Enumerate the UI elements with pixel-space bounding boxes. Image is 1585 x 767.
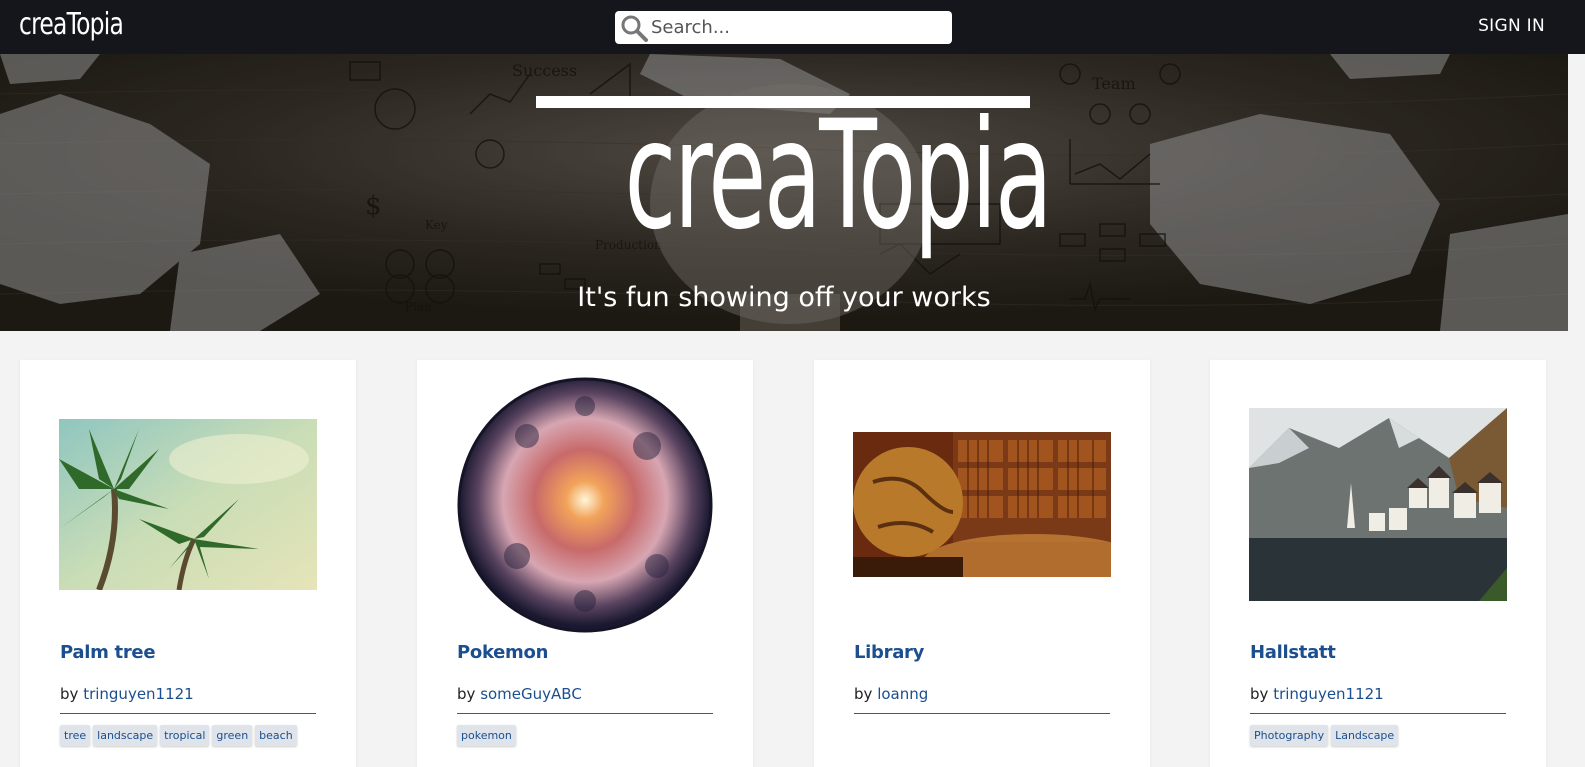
artwork-thumbnail[interactable] (853, 432, 1111, 577)
artwork-title[interactable]: Palm tree (60, 642, 156, 663)
artwork-title[interactable]: Pokemon (457, 642, 548, 663)
tag[interactable]: pokemon (457, 725, 516, 746)
hero-logo: creaTopia (624, 89, 1053, 263)
card-divider (854, 713, 1110, 714)
author-link[interactable]: someGuyABC (480, 685, 582, 703)
tag-list: pokemon (457, 725, 516, 746)
by-label: by (60, 685, 79, 703)
by-label: by (1250, 685, 1269, 703)
artwork-thumbnail[interactable] (1249, 408, 1507, 601)
hero-tagline: It's fun showing off your works (577, 282, 991, 313)
tag-list: tree landscape tropical green beach (60, 725, 297, 746)
search-icon (621, 15, 648, 42)
search-box[interactable] (615, 11, 952, 44)
artwork-thumbnail[interactable] (457, 376, 713, 634)
tag[interactable]: Photography (1250, 725, 1329, 746)
artwork-grid: Palm tree by tringuyen1121 tree landscap… (0, 360, 1568, 767)
artwork-card[interactable]: Hallstatt by tringuyen1121 Photography L… (1210, 360, 1546, 767)
by-label: by (854, 685, 873, 703)
artwork-card[interactable]: Library by loanng (814, 360, 1150, 767)
artwork-thumbnail[interactable] (59, 419, 317, 590)
author-link[interactable]: tringuyen1121 (83, 685, 194, 703)
by-label: by (457, 685, 476, 703)
search-input[interactable] (649, 12, 939, 43)
author-link[interactable]: loanng (877, 685, 928, 703)
artwork-author-line: by loanng (854, 685, 928, 703)
artwork-author-line: by tringuyen1121 (1250, 685, 1384, 703)
artwork-card[interactable]: Palm tree by tringuyen1121 tree landscap… (20, 360, 356, 767)
card-divider (457, 713, 713, 714)
tag-list: Photography Landscape (1250, 725, 1399, 746)
artwork-author-line: by someGuyABC (457, 685, 582, 703)
top-navbar: creaTopia SIGN IN (0, 0, 1585, 54)
tag[interactable]: beach (255, 725, 297, 746)
tag[interactable]: green (212, 725, 253, 746)
tag[interactable]: Landscape (1331, 725, 1399, 746)
sign-in-link[interactable]: SIGN IN (1478, 16, 1545, 36)
card-divider (1250, 713, 1506, 714)
card-divider (60, 713, 316, 714)
artwork-title[interactable]: Library (854, 642, 924, 663)
author-link[interactable]: tringuyen1121 (1273, 685, 1384, 703)
site-logo[interactable]: creaTopia (19, 7, 124, 43)
tag[interactable]: tree (60, 725, 91, 746)
artwork-card[interactable]: Pokemon by someGuyABC pokemon (417, 360, 753, 767)
tag[interactable]: landscape (93, 725, 158, 746)
tag[interactable]: tropical (160, 725, 210, 746)
hero-banner: Success $ Key Plan Production Team creaT… (0, 54, 1568, 331)
artwork-title[interactable]: Hallstatt (1250, 642, 1336, 663)
artwork-author-line: by tringuyen1121 (60, 685, 194, 703)
